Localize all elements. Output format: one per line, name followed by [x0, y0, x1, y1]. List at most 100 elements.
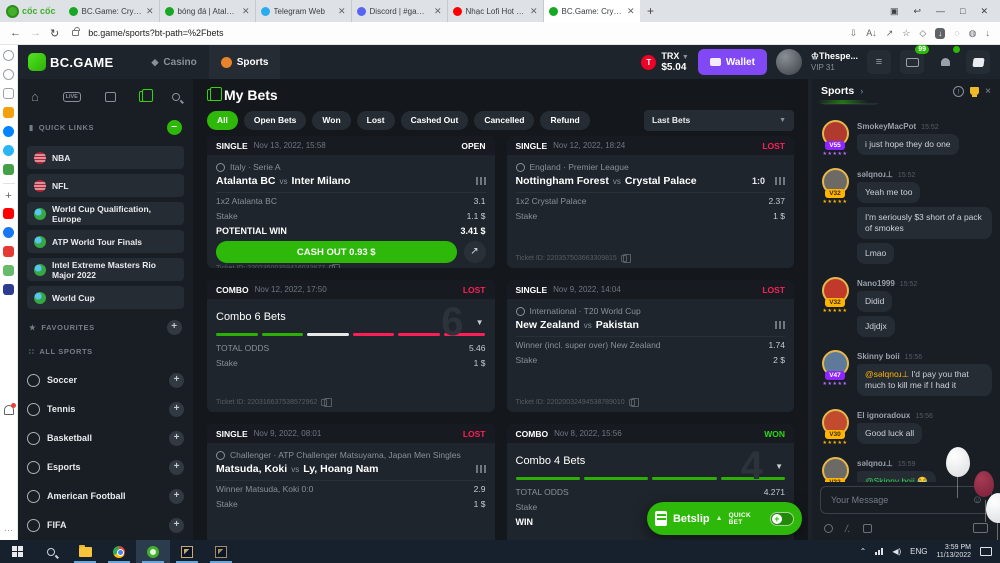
- stats-icon[interactable]: [476, 177, 486, 185]
- tab-list-icon[interactable]: ↩: [913, 6, 921, 17]
- add-shortcut-icon[interactable]: +: [5, 192, 11, 200]
- menu-icon[interactable]: ≡: [867, 50, 891, 74]
- quick-link-item[interactable]: NBA: [27, 146, 184, 169]
- user-avatar[interactable]: [776, 49, 802, 75]
- expand-sport-button[interactable]: +: [169, 518, 184, 533]
- lock-icon[interactable]: [72, 30, 79, 36]
- close-chat-icon[interactable]: ×: [985, 86, 991, 97]
- close-button[interactable]: ✕: [980, 6, 988, 17]
- inbox-button[interactable]: 99: [900, 50, 924, 74]
- chat-input[interactable]: [829, 494, 966, 506]
- shield-icon[interactable]: ◇: [919, 28, 926, 39]
- chat-toggle-button[interactable]: [966, 50, 990, 74]
- filter-pill[interactable]: All: [207, 111, 238, 130]
- quick-link-item[interactable]: World Cup: [27, 286, 184, 309]
- sport-item[interactable]: Tennis +: [27, 398, 184, 420]
- sort-dropdown[interactable]: Last Bets ▼: [644, 110, 794, 131]
- quick-bet-toggle[interactable]: [770, 512, 794, 526]
- trophy-icon[interactable]: [970, 87, 979, 95]
- schedule-icon[interactable]: [105, 92, 116, 102]
- copy-icon[interactable]: [621, 255, 627, 262]
- expand-sport-button[interactable]: +: [169, 402, 184, 417]
- slash-command-icon[interactable]: /.: [845, 524, 851, 533]
- expand-sport-button[interactable]: +: [169, 431, 184, 446]
- chat-username[interactable]: Skinny boii: [857, 352, 900, 361]
- expand-sport-button[interactable]: +: [169, 373, 184, 388]
- history-clock-icon[interactable]: [3, 69, 14, 80]
- tab-close-icon[interactable]: ✕: [434, 6, 442, 17]
- coin-rain-icon[interactable]: [824, 524, 833, 533]
- app-icon[interactable]: [3, 284, 14, 295]
- tray-expand-icon[interactable]: ⌃: [860, 547, 867, 556]
- stats-icon[interactable]: [476, 465, 486, 473]
- forward-icon[interactable]: →: [30, 27, 41, 39]
- network-icon[interactable]: [875, 548, 883, 555]
- home-icon[interactable]: ⌂: [31, 89, 39, 104]
- bcgame-logo[interactable]: BC.GAME: [28, 53, 114, 71]
- action-center-icon[interactable]: [980, 547, 992, 556]
- stats-icon[interactable]: [775, 321, 785, 329]
- profile-icon[interactable]: ◍: [969, 28, 977, 39]
- notification-bell-icon[interactable]: ◌: [954, 28, 959, 38]
- tab-close-icon[interactable]: ✕: [242, 6, 250, 17]
- new-tab-button[interactable]: +: [640, 4, 662, 18]
- browser-tab[interactable]: BC.Game: Crypto Casino Ga ✕: [544, 0, 640, 22]
- shop-icon[interactable]: [3, 265, 14, 276]
- sport-item[interactable]: Basketball +: [27, 427, 184, 449]
- chat-username[interactable]: səlqnoɹ⊥: [857, 170, 893, 179]
- league-client-button[interactable]: [170, 540, 204, 563]
- expand-sport-button[interactable]: +: [169, 489, 184, 504]
- bet-card[interactable]: SINGLE Nov 12, 2022, 18:24 LOST England …: [507, 136, 795, 268]
- stats-icon[interactable]: [775, 177, 785, 185]
- combo-header[interactable]: Combo 4 Bets 4 ▼: [516, 448, 786, 477]
- share-icon[interactable]: ↗: [886, 28, 894, 39]
- nav-sports[interactable]: Sports: [209, 45, 281, 79]
- copy-icon[interactable]: [629, 399, 635, 406]
- wallet-button[interactable]: Wallet: [698, 49, 767, 75]
- coccoc-button[interactable]: [136, 540, 170, 563]
- my-bets-icon[interactable]: [139, 91, 148, 102]
- volume-icon[interactable]: ◀): [892, 547, 901, 556]
- browser-tab[interactable]: BC.Game: Crypto Casino Ga ✕: [64, 0, 160, 22]
- quick-link-item[interactable]: World Cup Qualification, Europe: [27, 202, 184, 225]
- download-active-icon[interactable]: ↓: [935, 28, 945, 39]
- zalo-icon[interactable]: [3, 145, 14, 156]
- chat-username[interactable]: El ignoradoux: [857, 411, 910, 420]
- newsfeed-icon[interactable]: [3, 88, 14, 99]
- browser-tab[interactable]: Telegram Web ✕: [256, 0, 352, 22]
- chat-settings-icon[interactable]: [863, 524, 872, 533]
- downloads-icon[interactable]: ↓: [986, 28, 991, 38]
- reload-icon[interactable]: ↻: [50, 27, 59, 40]
- chat-username[interactable]: səlqnoɹ⊥: [857, 459, 893, 468]
- youtube-icon[interactable]: [3, 208, 14, 219]
- copy-icon[interactable]: [321, 399, 327, 406]
- start-button[interactable]: [0, 540, 34, 563]
- restore-button[interactable]: □: [960, 6, 965, 16]
- add-favourite-button[interactable]: +: [167, 320, 182, 335]
- quick-link-item[interactable]: NFL: [27, 174, 184, 197]
- nav-casino[interactable]: ◆ Casino: [140, 45, 209, 79]
- tab-close-icon[interactable]: ✕: [146, 6, 154, 17]
- tab-search-icon[interactable]: ▣: [890, 6, 899, 17]
- chevron-down-icon[interactable]: ▼: [476, 318, 484, 327]
- tab-close-icon[interactable]: ✕: [627, 6, 635, 17]
- chrome-button[interactable]: [102, 540, 136, 563]
- game-icon[interactable]: [3, 164, 14, 175]
- filter-pill[interactable]: Cancelled: [474, 111, 534, 130]
- taskbar-clock[interactable]: 3:59 PM11/13/2022: [936, 544, 971, 560]
- bet-card[interactable]: SINGLE Nov 13, 2022, 15:58 OPEN Italy · …: [207, 136, 495, 268]
- collapse-button[interactable]: –: [167, 120, 182, 135]
- sport-item[interactable]: FIFA +: [27, 514, 184, 536]
- filter-pill[interactable]: Open Bets: [244, 111, 307, 130]
- chat-room-tab[interactable]: Sports: [821, 85, 854, 97]
- browser-tab[interactable]: bóng đá | Atalanta x Interna ✕: [160, 0, 256, 22]
- notifications-button[interactable]: [933, 50, 957, 74]
- browser-tab[interactable]: Nhạc Lofi Hot TikTok 2022 - ✕: [448, 0, 544, 22]
- league-game-button[interactable]: [204, 540, 238, 563]
- live-icon[interactable]: LIVE: [63, 92, 81, 102]
- gif-icon[interactable]: [973, 523, 988, 533]
- chat-rules-icon[interactable]: !: [953, 86, 964, 97]
- sale-icon[interactable]: [3, 246, 14, 257]
- bet-card[interactable]: SINGLE Nov 9, 2022, 08:01 LOST Challenge…: [207, 424, 495, 540]
- filter-pill[interactable]: Lost: [357, 111, 395, 130]
